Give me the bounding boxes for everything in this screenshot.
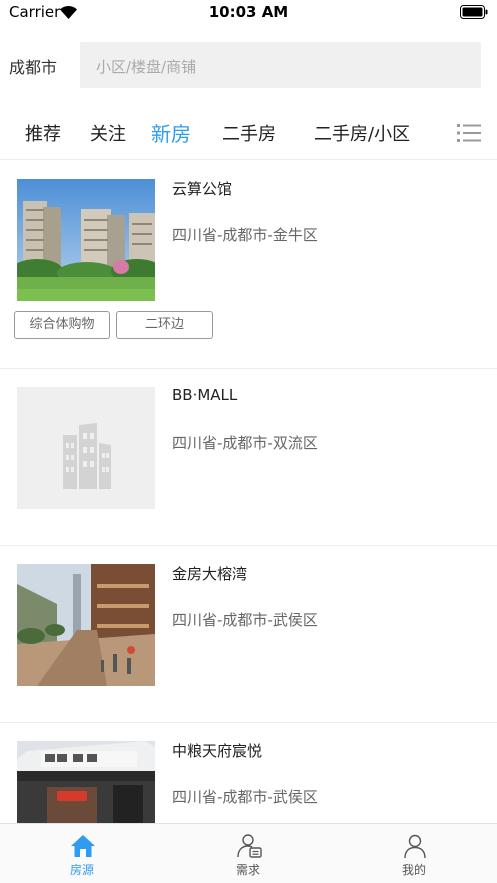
menu-icon[interactable] bbox=[457, 122, 481, 144]
tab-following[interactable]: 关注 bbox=[90, 120, 126, 146]
listing-item[interactable]: 金房大榕湾 四川省-成都市-武侯区 bbox=[0, 546, 497, 723]
listing-name: BB·MALL bbox=[172, 386, 238, 404]
tab-new-homes[interactable]: 新房 bbox=[151, 118, 191, 147]
clock: 10:03 AM bbox=[208, 3, 289, 21]
listing-address: 四川省-成都市-双流区 bbox=[172, 434, 318, 452]
listing-image bbox=[17, 741, 155, 823]
listing-tag: 综合体购物 bbox=[14, 311, 110, 339]
listing-image bbox=[17, 564, 155, 686]
listing-address: 四川省-成都市-金牛区 bbox=[172, 226, 318, 244]
tab-recommend[interactable]: 推荐 bbox=[25, 120, 61, 146]
battery-icon bbox=[460, 5, 488, 19]
tab-bar-listings[interactable]: 房源 bbox=[22, 824, 142, 883]
listing-address: 四川省-成都市-武侯区 bbox=[172, 788, 318, 806]
listing-name: 中粮天府宸悦 bbox=[172, 742, 263, 760]
listing-address: 四川省-成都市-武侯区 bbox=[172, 611, 318, 629]
listing-item[interactable]: BB·MALL 四川省-成都市-双流区 bbox=[0, 369, 497, 546]
search-placeholder: 小区/楼盘/商铺 bbox=[96, 58, 197, 76]
listing-name: 金房大榕湾 bbox=[172, 565, 248, 583]
status-bar: Carrier 10:03 AM bbox=[0, 0, 497, 26]
tab-resale-community[interactable]: 二手房/小区 bbox=[314, 120, 410, 146]
listing-item[interactable]: 云算公馆 四川省-成都市-金牛区 综合体购物 二环边 bbox=[0, 161, 497, 369]
listing-image-placeholder bbox=[17, 387, 155, 509]
bottom-tab-bar: 房源 需求 我的 bbox=[0, 823, 497, 883]
category-tabs: 推荐 关注 新房 二手房 二手房/小区 bbox=[0, 108, 497, 160]
tab-bar-label: 我的 bbox=[401, 863, 426, 877]
listing-item[interactable]: 中粮天府宸悦 四川省-成都市-武侯区 bbox=[0, 723, 497, 823]
tab-resale[interactable]: 二手房 bbox=[222, 120, 276, 146]
tab-bar-profile[interactable]: 我的 bbox=[354, 824, 474, 883]
home-icon bbox=[71, 835, 95, 857]
tab-bar-demand[interactable]: 需求 bbox=[188, 824, 308, 883]
listing-image bbox=[17, 179, 155, 301]
listing-tag: 二环边 bbox=[116, 311, 213, 339]
search-header: 成都市 小区/楼盘/商铺 bbox=[0, 42, 497, 88]
profile-icon bbox=[404, 834, 426, 859]
listing-name: 云算公馆 bbox=[172, 180, 233, 198]
search-input[interactable]: 小区/楼盘/商铺 bbox=[80, 42, 481, 88]
city-selector[interactable]: 成都市 bbox=[9, 54, 57, 78]
building-icon bbox=[17, 387, 155, 509]
tab-bar-label: 房源 bbox=[69, 863, 94, 877]
demand-icon bbox=[237, 834, 262, 858]
tab-bar-label: 需求 bbox=[235, 863, 260, 877]
